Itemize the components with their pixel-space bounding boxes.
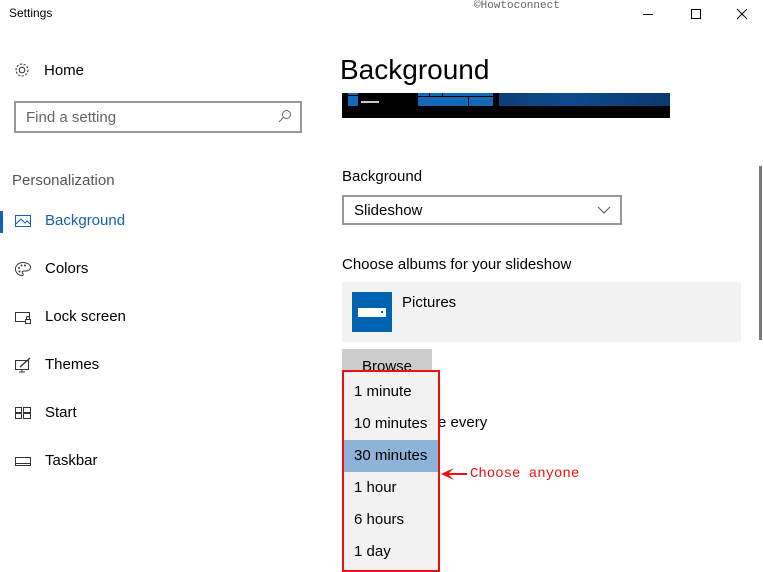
minimize-icon <box>643 14 653 15</box>
change-picture-label: e every <box>438 414 488 431</box>
watermark: ©Howtoconnect <box>474 0 560 12</box>
window-title: Settings <box>9 6 53 20</box>
close-icon <box>736 8 748 20</box>
section-heading: Personalization <box>12 172 115 189</box>
sidebar-item-label: Start <box>45 404 77 421</box>
preview-tile <box>348 93 358 95</box>
sidebar-item-taskbar[interactable]: Taskbar <box>0 441 320 481</box>
interval-option[interactable]: 1 minute <box>344 376 438 408</box>
title-bar: Settings ©Howtoconnect <box>0 0 763 30</box>
folder-icon-dot <box>381 311 383 313</box>
search-input[interactable]: Find a setting <box>14 101 302 133</box>
sidebar-item-label: Background <box>45 212 126 229</box>
sidebar-item-lock-screen[interactable]: Lock screen <box>0 297 320 337</box>
annotation: Choose anyone <box>440 466 579 482</box>
interval-option[interactable]: 1 hour <box>344 472 438 504</box>
sidebar-item-label: Colors <box>45 260 89 277</box>
sidebar-item-label: Themes <box>45 356 100 373</box>
preview-tile <box>469 97 493 106</box>
sidebar-item-label: Lock screen <box>45 308 126 325</box>
scrollbar[interactable] <box>759 166 762 340</box>
background-label: Background <box>342 168 423 185</box>
start-icon <box>15 407 31 419</box>
palette-icon <box>14 261 32 277</box>
preview-tile <box>418 93 429 96</box>
close-button[interactable] <box>719 0 763 28</box>
indicator <box>0 355 3 377</box>
preview-tile <box>430 93 442 96</box>
maximize-icon <box>691 9 701 19</box>
preview-wallpaper <box>499 93 670 106</box>
annotation-text: Choose anyone <box>470 466 580 482</box>
sidebar-item-themes[interactable]: Themes <box>0 345 320 385</box>
chevron-down-icon <box>597 206 611 214</box>
background-type-dropdown[interactable]: Slideshow <box>342 195 622 225</box>
folder-icon <box>352 292 392 332</box>
preview-tile <box>443 93 493 96</box>
active-indicator <box>0 211 3 233</box>
minimize-button[interactable] <box>625 0 671 28</box>
interval-option[interactable]: 1 day <box>344 536 438 568</box>
albums-label: Choose albums for your slideshow <box>342 256 572 273</box>
sidebar-item-background[interactable]: Background <box>0 201 320 241</box>
indicator <box>0 307 3 329</box>
sidebar-item-label: Taskbar <box>45 452 98 469</box>
indicator <box>0 259 3 281</box>
interval-option-selected[interactable]: 30 minutes <box>344 440 438 472</box>
interval-option[interactable]: 6 hours <box>344 504 438 536</box>
lock-screen-icon <box>15 312 31 324</box>
interval-dropdown-list: 1 minute 10 minutes 30 minutes 1 hour 6 … <box>342 370 440 572</box>
sidebar: Home Find a setting Personalization Back… <box>0 30 320 572</box>
sidebar-item-start[interactable]: Start <box>0 393 320 433</box>
indicator <box>0 403 3 425</box>
preview-taskbar-line <box>361 101 379 103</box>
background-preview <box>342 93 670 118</box>
themes-icon <box>15 357 31 373</box>
search-icon[interactable] <box>278 109 292 123</box>
indicator <box>0 451 3 473</box>
search-placeholder: Find a setting <box>26 109 117 126</box>
main-content: Background Background Slideshow Choose a… <box>340 30 763 572</box>
dropdown-value: Slideshow <box>354 202 423 219</box>
taskbar-icon <box>15 457 31 466</box>
sidebar-item-colors[interactable]: Colors <box>0 249 320 289</box>
interval-option[interactable]: 10 minutes <box>344 408 438 440</box>
page-title: Background <box>340 54 490 85</box>
preview-tile <box>348 96 358 106</box>
home-label: Home <box>44 61 85 79</box>
album-item[interactable]: Pictures <box>342 282 741 342</box>
gear-icon <box>15 63 29 77</box>
maximize-button[interactable] <box>673 0 719 28</box>
picture-icon <box>15 215 31 227</box>
arrow-left-icon <box>441 468 467 480</box>
home-link[interactable]: Home <box>13 60 84 80</box>
album-name: Pictures <box>402 294 457 311</box>
preview-tile <box>418 97 468 106</box>
